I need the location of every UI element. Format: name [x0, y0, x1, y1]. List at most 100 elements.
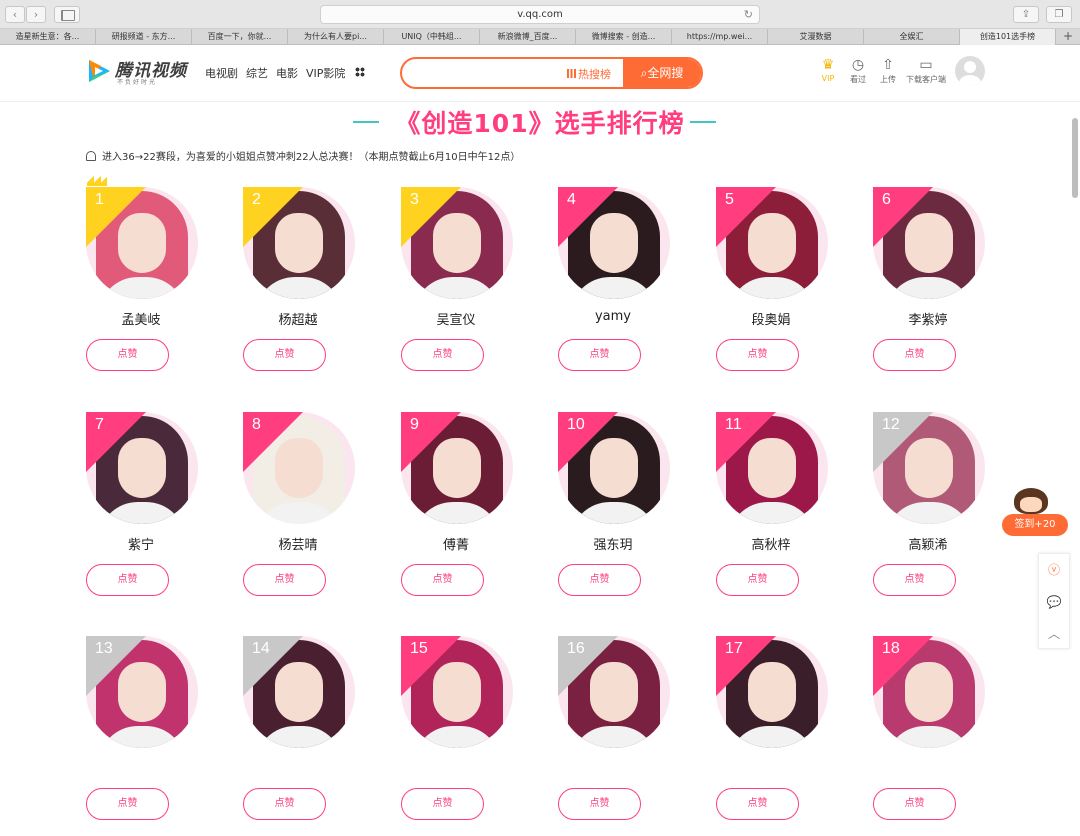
browser-tab[interactable]: 百度一下，你就...	[192, 29, 288, 45]
nav-variety[interactable]: 综艺	[246, 65, 268, 81]
signin-widget[interactable]: 签到+20	[1002, 488, 1068, 538]
logo[interactable]: 腾讯视频 不负好时光	[85, 55, 197, 87]
contestant-card: 2 杨超越 点赞	[228, 187, 368, 387]
tab-bar: 造星新生意：各... 研报频道 - 东方... 百度一下，你就... 为什么有人要pi…	[0, 29, 1080, 45]
contestant-card: 9 傅菁 点赞	[386, 412, 526, 612]
back-to-top-icon[interactable]: ︿	[1039, 618, 1069, 650]
like-button[interactable]: 点赞	[243, 339, 326, 371]
upload-button[interactable]: ⇧ 上传	[873, 58, 903, 85]
search-all-label: 全网搜	[647, 66, 684, 80]
rank-number: 3	[410, 191, 419, 208]
more-grid-icon[interactable]	[355, 67, 366, 77]
vip-button[interactable]: ♛ VIP	[813, 58, 843, 83]
notice-bar: 进入36→22赛段，为喜爱的小姐姐点赞冲刺22人总决赛！（本期点赞截止6月10日…	[86, 148, 520, 163]
vip-label: VIP	[821, 74, 835, 83]
rank-number: 8	[252, 416, 261, 433]
contestant-card: 12 高颖浠 点赞	[858, 412, 998, 612]
browser-toolbar: ‹ › v.qq.com ↻ ⇪ ❐	[0, 0, 1080, 29]
like-button[interactable]: 点赞	[558, 788, 641, 820]
rank-number: 13	[95, 640, 113, 657]
search-input[interactable]	[410, 63, 560, 83]
contestant-card: 8 杨芸晴点赞	[228, 412, 368, 612]
contestant-card: 4 yamy 点赞	[543, 187, 683, 387]
feedback-icon[interactable]: 💬	[1039, 586, 1069, 618]
like-button[interactable]: 点赞	[243, 788, 326, 820]
contestant-name: 杨芸晴	[278, 538, 318, 553]
forward-button[interactable]: ›	[26, 6, 46, 23]
rank-number: 5	[725, 191, 734, 208]
like-button[interactable]: 点赞	[401, 339, 484, 371]
rank-number: 16	[567, 640, 585, 657]
browser-tab[interactable]: 全娱汇	[864, 29, 960, 45]
contestant-card: 11 高秋梓 点赞	[701, 412, 841, 612]
new-tab-button[interactable]: +	[1056, 29, 1080, 44]
sidebar-toggle-icon[interactable]	[54, 6, 80, 23]
like-button[interactable]: 点赞	[401, 564, 484, 596]
main-nav: 电视剧 综艺 电影 VIP影院	[205, 65, 366, 81]
rank-number: 7	[95, 416, 104, 433]
like-button[interactable]: 点赞	[716, 788, 799, 820]
rank-number: 10	[567, 416, 585, 433]
notice-text: 进入36→22赛段，为喜爱的小姐姐点赞冲刺22人总决赛！（本期点赞截止6月10日…	[102, 152, 521, 163]
avatar[interactable]	[955, 56, 985, 86]
rank-number: 15	[410, 640, 428, 657]
like-button[interactable]: 点赞	[873, 788, 956, 820]
download-client-button[interactable]: ▭ 下载客户端	[903, 58, 949, 85]
contestant-name: 强东玥	[593, 538, 633, 553]
upload-label: 上传	[880, 75, 896, 84]
history-button[interactable]: ◷ 看过	[843, 58, 873, 85]
title-divider-right	[690, 121, 716, 123]
like-button[interactable]: 点赞	[86, 788, 169, 820]
rank-number: 4	[567, 191, 576, 208]
like-button[interactable]: 点赞	[873, 339, 956, 371]
floating-toolbar: ⓥ 💬 ︿	[1038, 553, 1070, 649]
contestant-name: yamy	[594, 309, 632, 324]
contestant-card: 5 段奥娟 点赞	[701, 187, 841, 387]
contestant-name: 孟美岐	[121, 313, 161, 328]
contestant-card: 18 点赞	[858, 636, 998, 836]
share-icon[interactable]: ⇪	[1013, 6, 1039, 23]
browser-tab[interactable]: 微博搜索 - 创造...	[576, 29, 672, 45]
nav-movie[interactable]: 电影	[276, 65, 298, 81]
contestant-card: 3 吴宣仪 点赞	[386, 187, 526, 387]
contestant-card: 17 点赞	[701, 636, 841, 836]
contestant-card: 10 强东玥点赞	[543, 412, 683, 612]
expand-circle-icon[interactable]: ⓥ	[1039, 554, 1069, 586]
browser-tab[interactable]: 造星新生意：各...	[0, 29, 96, 45]
like-button[interactable]: 点赞	[558, 339, 641, 371]
history-label: 看过	[850, 75, 866, 84]
like-button[interactable]: 点赞	[86, 339, 169, 371]
tab-overview-icon[interactable]: ❐	[1046, 6, 1072, 23]
like-button[interactable]: 点赞	[401, 788, 484, 820]
contestant-name: 紫宁	[127, 538, 154, 553]
contestant-card: 1 孟美岐 点赞	[71, 176, 211, 387]
signin-label: 签到+20	[1002, 514, 1068, 536]
address-bar[interactable]: v.qq.com ↻	[320, 5, 760, 24]
rank-number: 17	[725, 640, 743, 657]
like-button[interactable]: 点赞	[243, 564, 326, 596]
like-button[interactable]: 点赞	[716, 339, 799, 371]
like-button[interactable]: 点赞	[716, 564, 799, 596]
contestant-card: 15 点赞	[386, 636, 526, 836]
nav-tv[interactable]: 电视剧	[205, 65, 238, 81]
browser-tab[interactable]: 为什么有人要pi...	[288, 29, 384, 45]
browser-tab[interactable]: 研报频道 - 东方...	[96, 29, 192, 45]
search-all-button[interactable]: ⌕全网搜	[623, 59, 701, 87]
site-header: 腾讯视频 不负好时光 电视剧 综艺 电影 VIP影院 热搜榜 ⌕全网搜 ♛ VIP…	[0, 46, 1080, 102]
contestant-card: 16 点赞	[543, 636, 683, 836]
logo-play-icon	[89, 60, 110, 82]
browser-tab[interactable]: https://mp.wei...	[672, 29, 768, 45]
like-button[interactable]: 点赞	[86, 564, 169, 596]
like-button[interactable]: 点赞	[873, 564, 956, 596]
reload-icon[interactable]: ↻	[744, 6, 753, 23]
hot-list-link[interactable]: 热搜榜	[567, 66, 611, 82]
nav-vip-cinema[interactable]: VIP影院	[306, 65, 345, 81]
back-button[interactable]: ‹	[5, 6, 25, 23]
browser-tab[interactable]: 艾漫数据	[768, 29, 864, 45]
browser-tab[interactable]: 创造101选手榜	[960, 29, 1056, 45]
browser-tab[interactable]: UNIQ（中韩组...	[384, 29, 480, 45]
browser-tab[interactable]: 新浪微博_百度...	[480, 29, 576, 45]
rank-number: 11	[725, 416, 742, 433]
crown-icon	[87, 176, 107, 186]
like-button[interactable]: 点赞	[558, 564, 641, 596]
